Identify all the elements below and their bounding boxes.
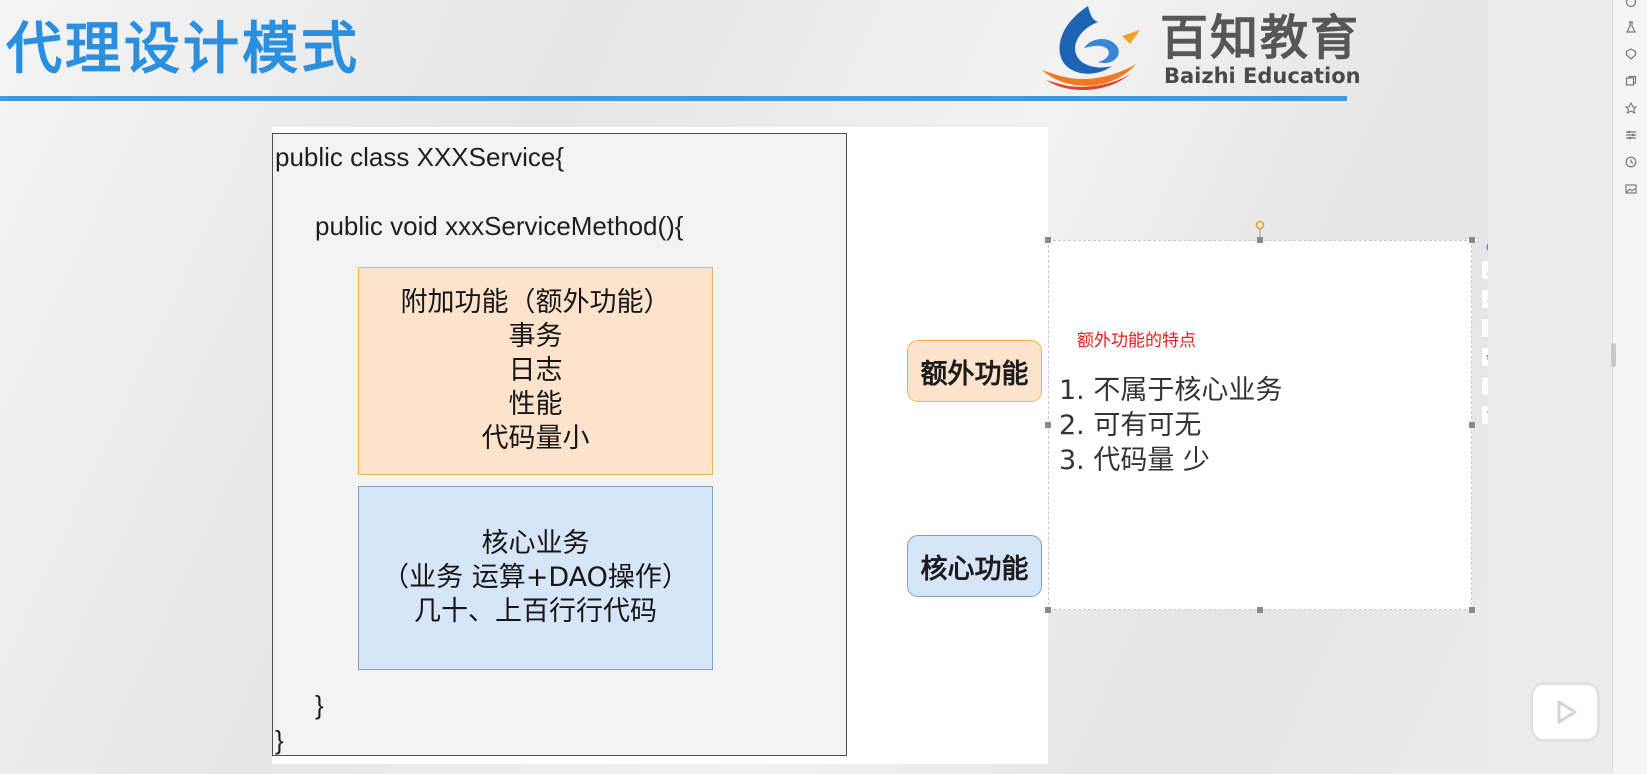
note-item: 2. 可有可无 bbox=[1059, 410, 1202, 441]
note-item: 3. 代码量 少 bbox=[1059, 445, 1210, 476]
baizhi-logo-icon bbox=[1042, 6, 1140, 90]
resize-handle[interactable] bbox=[1469, 237, 1475, 243]
code-close-class: } bbox=[275, 725, 284, 755]
core-box-line: （业务 运算+DAO操作） bbox=[382, 562, 689, 593]
copy-icon[interactable] bbox=[1625, 75, 1637, 87]
badge-icon[interactable] bbox=[1625, 102, 1637, 114]
shield-icon[interactable] bbox=[1625, 48, 1637, 60]
right-margin-area bbox=[1488, 0, 1612, 774]
extra-box-line: 事务 bbox=[508, 321, 563, 352]
resize-handle[interactable] bbox=[1045, 607, 1051, 613]
core-business-box: 核心业务 （业务 运算+DAO操作） 几十、上百行行代码 bbox=[358, 486, 713, 670]
extra-box-line: 代码量小 bbox=[481, 423, 590, 454]
logo-text-en: Baizhi Education bbox=[1164, 64, 1361, 88]
extra-box-line: 日志 bbox=[508, 355, 563, 386]
extra-function-box: 附加功能（额外功能） 事务 日志 性能 代码量小 bbox=[358, 267, 713, 475]
slide-title: 代理设计模式 bbox=[6, 17, 360, 82]
play-button[interactable] bbox=[1530, 682, 1600, 742]
code-method-line: public void xxxServiceMethod(){ bbox=[315, 211, 684, 241]
right-tool-rail bbox=[1612, 0, 1647, 774]
image-icon[interactable] bbox=[1625, 183, 1637, 195]
resize-handle[interactable] bbox=[1045, 422, 1051, 428]
note-item: 1. 不属于核心业务 bbox=[1059, 375, 1283, 406]
core-box-line: 几十、上百行行代码 bbox=[414, 596, 657, 627]
core-function-label: 核心功能 bbox=[907, 535, 1042, 597]
play-icon bbox=[1557, 700, 1577, 724]
rotate-handle-icon[interactable] bbox=[1253, 220, 1267, 238]
circle-icon[interactable] bbox=[1625, 0, 1637, 8]
code-class-line: public class XXXService{ bbox=[275, 142, 565, 172]
sliders-icon[interactable] bbox=[1625, 129, 1637, 141]
resize-handle[interactable] bbox=[1469, 607, 1475, 613]
scrollbar-thumb[interactable] bbox=[1611, 343, 1616, 367]
history-icon[interactable] bbox=[1625, 156, 1637, 168]
flask-icon[interactable] bbox=[1625, 21, 1637, 33]
resize-handle[interactable] bbox=[1469, 422, 1475, 428]
title-underline bbox=[0, 96, 1347, 101]
resize-handle[interactable] bbox=[1257, 607, 1263, 613]
code-close-method: } bbox=[315, 690, 324, 720]
core-box-heading: 核心业务 bbox=[481, 528, 590, 559]
logo-text-cn: 百知教育 bbox=[1160, 10, 1361, 66]
extra-box-heading: 附加功能（额外功能） bbox=[400, 287, 671, 318]
extra-function-label: 额外功能 bbox=[907, 340, 1042, 402]
note-title: 额外功能的特点 bbox=[1077, 331, 1196, 351]
resize-handle[interactable] bbox=[1045, 237, 1051, 243]
extra-box-line: 性能 bbox=[508, 389, 563, 420]
